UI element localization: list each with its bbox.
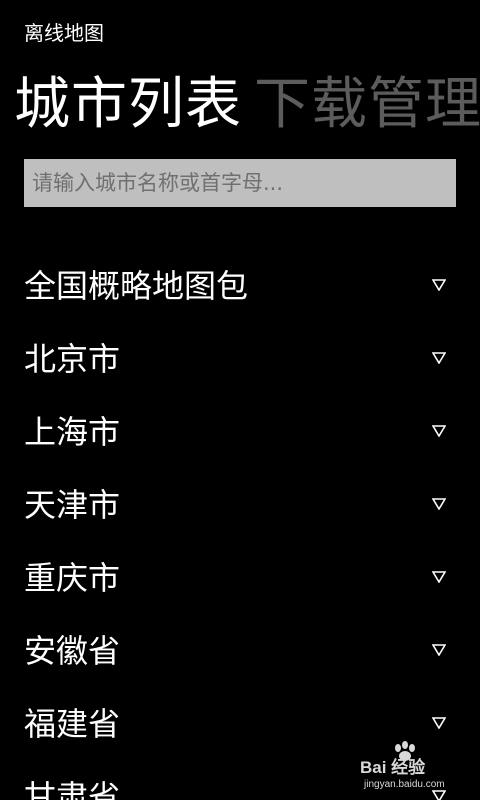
city-item-anhui[interactable]: 安徽省 <box>0 615 480 688</box>
tab-city-list[interactable]: 城市列表 <box>14 70 242 140</box>
baidu-jingyan-watermark: Bai 经验 jingyan.baidu.com <box>360 741 445 790</box>
city-item-tianjin[interactable]: 天津市 <box>0 469 480 542</box>
expand-triangle-icon[interactable] <box>432 498 446 510</box>
city-item-label: 安徽省 <box>24 632 121 670</box>
city-item-label: 上海市 <box>24 413 121 451</box>
city-list: 全国概略地图包 北京市 上海市 天津市 重庆市 安徽省 福建省 甘肃省 <box>0 250 480 800</box>
city-search-input[interactable] <box>24 159 456 207</box>
pivot-header: 城市列表 下载管理 <box>14 70 480 142</box>
expand-triangle-icon[interactable] <box>432 279 446 291</box>
city-item-chongqing[interactable]: 重庆市 <box>0 542 480 615</box>
expand-triangle-icon[interactable] <box>432 425 446 437</box>
city-item-beijing[interactable]: 北京市 <box>0 323 480 396</box>
watermark-brand: Bai 经验 <box>360 757 426 777</box>
city-item-shanghai[interactable]: 上海市 <box>0 396 480 469</box>
city-item-national[interactable]: 全国概略地图包 <box>0 250 480 323</box>
city-item-label: 全国概略地图包 <box>24 267 249 305</box>
expand-triangle-icon[interactable] <box>432 352 446 364</box>
tab-download-manager[interactable]: 下载管理 <box>254 70 480 140</box>
city-item-label: 福建省 <box>24 705 121 743</box>
expand-triangle-icon[interactable] <box>432 790 446 800</box>
app-screen: 离线地图 城市列表下载管理 全国概略地图包 北京市 上海市 天津市 重庆市 安徽… <box>0 0 480 800</box>
city-item-label: 北京市 <box>24 340 121 378</box>
expand-triangle-icon[interactable] <box>432 644 446 656</box>
expand-triangle-icon[interactable] <box>432 717 446 729</box>
city-item-label: 天津市 <box>24 486 121 524</box>
city-item-label: 甘肃省 <box>24 778 121 800</box>
app-title: 离线地图 <box>24 21 104 45</box>
watermark-url: jingyan.baidu.com <box>363 779 445 790</box>
expand-triangle-icon[interactable] <box>432 571 446 583</box>
city-item-label: 重庆市 <box>24 559 121 597</box>
